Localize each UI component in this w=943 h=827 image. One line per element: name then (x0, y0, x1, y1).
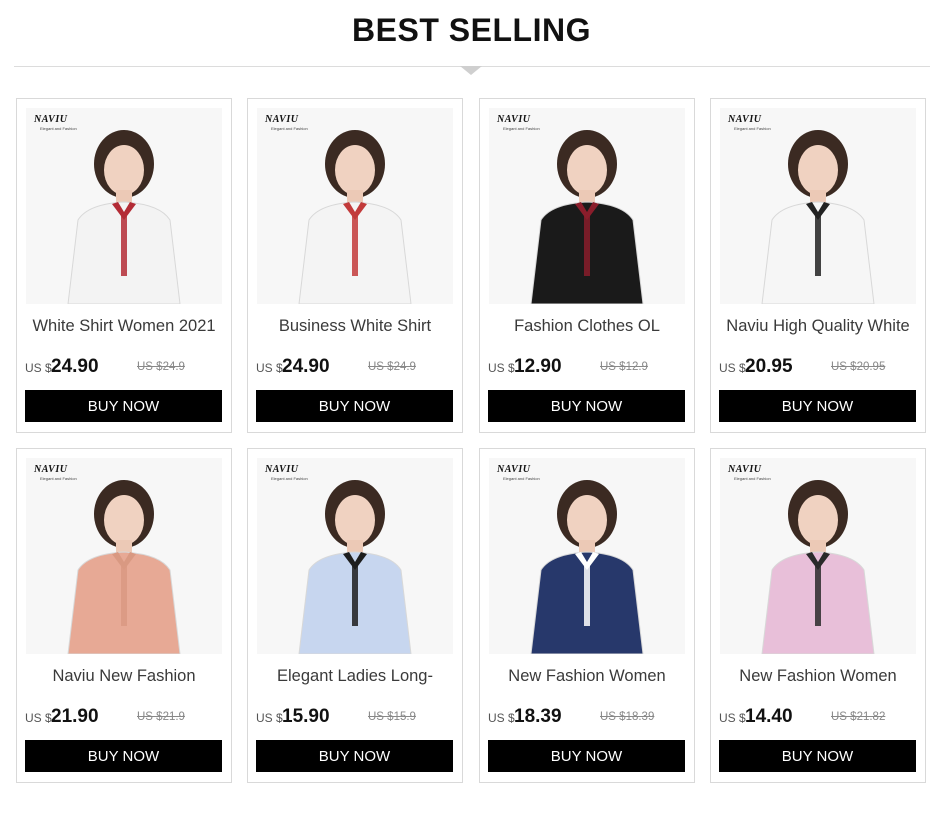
buy-now-button[interactable]: BUY NOW (25, 390, 222, 422)
original-price: US $21.82 (831, 711, 886, 723)
brand-tagline: Elegant and Fashion (503, 476, 540, 481)
product-card[interactable]: NAVIU Elegant and Fashion Naviu High Quali… (710, 98, 926, 433)
current-price: 24.90 (51, 356, 99, 377)
product-card[interactable]: NAVIU Elegant and Fashion Business White S… (247, 98, 463, 433)
current-price: 21.90 (51, 706, 99, 727)
price-row: US $12.90 US $12.9 (488, 356, 688, 378)
product-image[interactable]: NAVIU Elegant and Fashion (26, 108, 222, 304)
product-name[interactable]: New Fashion Women (711, 667, 925, 686)
buy-now-button[interactable]: BUY NOW (256, 740, 453, 772)
brand-logo: NAVIU (34, 114, 68, 125)
product-name[interactable]: Naviu New Fashion (17, 667, 231, 686)
original-price: US $20.95 (831, 361, 886, 373)
product-card[interactable]: NAVIU Elegant and Fashion New Fashion Wome… (479, 448, 695, 783)
product-card[interactable]: NAVIU Elegant and Fashion White Shirt Wome… (16, 98, 232, 433)
brand-logo: NAVIU (728, 464, 762, 475)
brand-logo: NAVIU (728, 114, 762, 125)
current-price: 24.90 (282, 356, 330, 377)
brand-logo: NAVIU (265, 114, 299, 125)
brand-tagline: Elegant and Fashion (271, 476, 308, 481)
price-row: US $18.39 US $18.39 (488, 706, 688, 728)
product-image[interactable]: NAVIU Elegant and Fashion (257, 458, 453, 654)
price-row: US $20.95 US $20.95 (719, 356, 919, 378)
buy-now-button[interactable]: BUY NOW (256, 390, 453, 422)
product-image[interactable]: NAVIU Elegant and Fashion (489, 458, 685, 654)
product-name[interactable]: New Fashion Women (480, 667, 694, 686)
currency-label: US $ (256, 711, 283, 725)
product-card[interactable]: NAVIU Elegant and Fashion Naviu New Fashio… (16, 448, 232, 783)
product-name[interactable]: Fashion Clothes OL (480, 317, 694, 336)
price-row: US $14.40 US $21.82 (719, 706, 919, 728)
product-image[interactable]: NAVIU Elegant and Fashion (720, 458, 916, 654)
product-image[interactable]: NAVIU Elegant and Fashion (257, 108, 453, 304)
brand-logo: NAVIU (497, 464, 531, 475)
price-row: US $24.90 US $24.9 (256, 356, 456, 378)
product-grid: NAVIU Elegant and Fashion White Shirt Wome… (16, 98, 930, 788)
product-name[interactable]: Naviu High Quality White (711, 317, 925, 336)
divider-caret-icon (460, 66, 482, 75)
product-image[interactable]: NAVIU Elegant and Fashion (26, 458, 222, 654)
brand-tagline: Elegant and Fashion (734, 476, 771, 481)
brand-tagline: Elegant and Fashion (271, 126, 308, 131)
price-row: US $24.90 US $24.9 (25, 356, 225, 378)
brand-tagline: Elegant and Fashion (734, 126, 771, 131)
currency-label: US $ (25, 361, 52, 375)
currency-label: US $ (488, 711, 515, 725)
buy-now-button[interactable]: BUY NOW (488, 390, 685, 422)
original-price: US $21.9 (137, 711, 185, 723)
brand-logo: NAVIU (265, 464, 299, 475)
original-price: US $12.9 (600, 361, 648, 373)
brand-tagline: Elegant and Fashion (40, 476, 77, 481)
product-name[interactable]: Elegant Ladies Long- (248, 667, 462, 686)
product-card[interactable]: NAVIU Elegant and Fashion Fashion Clothes … (479, 98, 695, 433)
brand-logo: NAVIU (497, 114, 531, 125)
current-price: 18.39 (514, 706, 562, 727)
current-price: 20.95 (745, 356, 793, 377)
current-price: 12.90 (514, 356, 562, 377)
buy-now-button[interactable]: BUY NOW (25, 740, 222, 772)
current-price: 15.90 (282, 706, 330, 727)
currency-label: US $ (488, 361, 515, 375)
currency-label: US $ (25, 711, 52, 725)
original-price: US $18.39 (600, 711, 655, 723)
currency-label: US $ (256, 361, 283, 375)
buy-now-button[interactable]: BUY NOW (719, 740, 916, 772)
product-card[interactable]: NAVIU Elegant and Fashion Elegant Ladies L… (247, 448, 463, 783)
product-name[interactable]: White Shirt Women 2021 (17, 317, 231, 336)
product-card[interactable]: NAVIU Elegant and Fashion New Fashion Wome… (710, 448, 926, 783)
original-price: US $15.9 (368, 711, 416, 723)
price-row: US $15.90 US $15.9 (256, 706, 456, 728)
brand-tagline: Elegant and Fashion (503, 126, 540, 131)
price-row: US $21.90 US $21.9 (25, 706, 225, 728)
buy-now-button[interactable]: BUY NOW (488, 740, 685, 772)
original-price: US $24.9 (368, 361, 416, 373)
brand-tagline: Elegant and Fashion (40, 126, 77, 131)
original-price: US $24.9 (137, 361, 185, 373)
buy-now-button[interactable]: BUY NOW (719, 390, 916, 422)
product-name[interactable]: Business White Shirt (248, 317, 462, 336)
brand-logo: NAVIU (34, 464, 68, 475)
currency-label: US $ (719, 711, 746, 725)
currency-label: US $ (719, 361, 746, 375)
current-price: 14.40 (745, 706, 793, 727)
product-image[interactable]: NAVIU Elegant and Fashion (720, 108, 916, 304)
section-title: BEST SELLING (352, 12, 591, 48)
product-image[interactable]: NAVIU Elegant and Fashion (489, 108, 685, 304)
